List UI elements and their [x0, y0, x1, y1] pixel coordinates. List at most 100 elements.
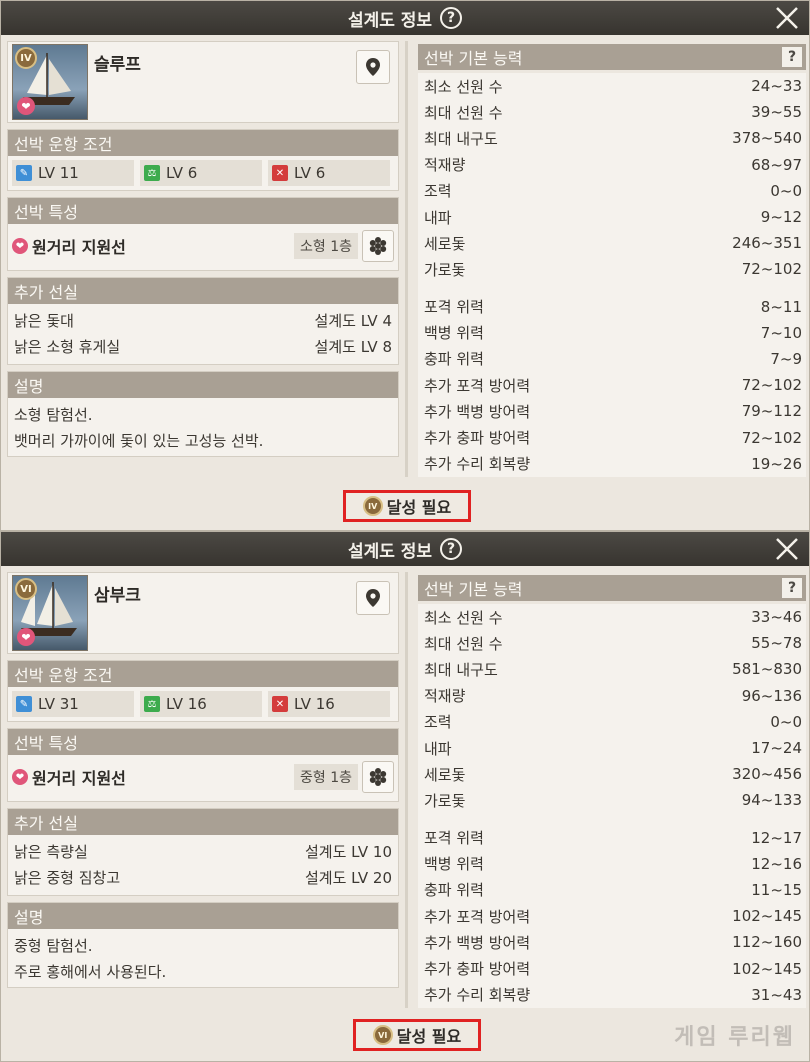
adventure-icon: ✎	[16, 696, 32, 712]
location-button[interactable]	[356, 50, 390, 84]
battle-icon: ✕	[272, 165, 288, 181]
stats-title: 선박 기본 능력	[424, 49, 523, 68]
grade-badge: VI	[372, 1025, 393, 1045]
stat-row: 추가 수리 회복량 31~43	[424, 985, 802, 1005]
stats-title: 선박 기본 능력	[424, 580, 523, 599]
ship-size: 중형 1층	[294, 764, 358, 790]
stat-row: 백병 위력 7~10	[424, 323, 802, 343]
level-label: LV 6	[166, 164, 198, 182]
description-line: 중형 탐험선.	[14, 937, 93, 955]
battle-icon: ✕	[272, 696, 288, 712]
cabin-requirement: 설계도 LV 20	[305, 868, 392, 887]
stats-help-icon[interactable]: ?	[782, 47, 802, 67]
achievement-required: VI 달성 필요	[353, 1019, 481, 1051]
flower-button[interactable]	[362, 230, 394, 262]
grade-badge: VI	[15, 578, 37, 600]
stats-list[interactable]: 최소 선원 수 24~33 최대 선원 수 39~55 최대 내구도 378~540 …	[418, 73, 806, 477]
section-header: 선박 특성	[8, 729, 398, 755]
watermark: 게임 루리웹	[674, 1025, 795, 1050]
ship-image: VI ❤	[12, 575, 88, 651]
cabin-name: 낡은 측량실	[14, 842, 88, 861]
stat-row: 최소 선원 수 24~33	[424, 77, 802, 96]
stat-row: 추가 백병 방어력 79~112	[424, 402, 802, 421]
stat-row: 충파 위력 7~9	[424, 349, 802, 369]
achievement-label: 달성 필요	[396, 1027, 462, 1046]
stat-row: 최대 내구도 581~830	[424, 660, 802, 679]
stat-row: 세로돛 246~351	[424, 234, 802, 253]
section-header: 선박 특성	[8, 198, 398, 224]
panel-title: 설계도 정보	[347, 10, 433, 31]
heart-icon: ❤	[12, 238, 28, 254]
trade-icon: ⚖	[144, 165, 160, 181]
section-header: 설명	[8, 372, 398, 398]
stat-row: 조력 0~0	[424, 181, 802, 201]
stat-row: 적재량 68~97	[424, 155, 802, 175]
ship-size: 소형 1층	[294, 233, 358, 259]
section-header: 선박 운항 조건	[8, 130, 398, 156]
stats-list[interactable]: 최소 선원 수 33~46 최대 선원 수 55~78 최대 내구도 581~830 …	[418, 604, 806, 1008]
description-line: 소형 탐험선.	[14, 406, 93, 424]
trait-section: 선박 특성 ❤ 원거리 지원선 중형 1층	[7, 728, 399, 802]
stat-row: 적재량 96~136	[424, 686, 802, 706]
stat-row: 백병 위력 12~16	[424, 854, 802, 874]
cabin-row: 낡은 측량실 설계도 LV 10	[8, 838, 398, 864]
stats-help-icon[interactable]: ?	[782, 578, 802, 598]
help-icon[interactable]: ?	[440, 538, 463, 560]
location-button[interactable]	[356, 581, 390, 615]
cabin-row: 낡은 중형 짐창고 설계도 LV 20	[8, 864, 398, 890]
description-section: 설명 소형 탐험선. 뱃머리 가까이에 돛이 있는 고성능 선박.	[7, 371, 399, 457]
stats-header: 선박 기본 능력 ?	[418, 575, 806, 601]
heart-icon: ❤	[12, 769, 28, 785]
stat-row: 가로돛 72~102	[424, 260, 802, 279]
level-adventure: ✎ LV 11	[12, 160, 134, 186]
close-icon[interactable]	[773, 535, 801, 563]
trait-section: 선박 특성 ❤ 원거리 지원선 소형 1층	[7, 197, 399, 271]
close-icon[interactable]	[773, 4, 801, 32]
description-line: 뱃머리 가까이에 돛이 있는 고성능 선박.	[14, 432, 264, 450]
trait-name: 원거리 지원선	[32, 238, 126, 257]
stat-row: 최대 내구도 378~540	[424, 129, 802, 148]
stats-header: 선박 기본 능력 ?	[418, 44, 806, 70]
flower-icon	[369, 768, 387, 786]
blueprint-panel-1: 설계도 정보 ? IV ❤ 슬루프 선박 운항 조건 ✎ LV 11 ⚖ LV …	[0, 0, 810, 531]
conditions-section: 선박 운항 조건 ✎ LV 11 ⚖ LV 6 ✕ LV 6	[7, 129, 399, 191]
level-trade: ⚖ LV 16	[140, 691, 262, 717]
adventure-icon: ✎	[16, 165, 32, 181]
stat-row: 추가 충파 방어력 102~145	[424, 959, 802, 979]
help-icon[interactable]: ?	[440, 7, 463, 29]
map-pin-icon	[366, 589, 380, 607]
ship-header: VI ❤ 삼부크	[7, 572, 399, 654]
achievement-required: IV 달성 필요	[343, 490, 471, 522]
cabin-name: 낡은 중형 짐창고	[14, 868, 121, 887]
stat-row: 최소 선원 수 33~46	[424, 608, 802, 627]
flower-button[interactable]	[362, 761, 394, 793]
stat-row: 가로돛 94~133	[424, 791, 802, 810]
blueprint-panel-2: 설계도 정보 ? VI ❤ 삼부크 선박 운항 조건 ✎ LV 31 ⚖ LV …	[0, 531, 810, 1062]
ship-name: 삼부크	[94, 586, 141, 606]
section-header: 추가 선실	[8, 278, 398, 304]
level-label: LV 16	[166, 695, 207, 713]
level-label: LV 6	[294, 164, 326, 182]
level-label: LV 16	[294, 695, 335, 713]
ship-name: 슬루프	[94, 55, 141, 75]
achievement-label: 달성 필요	[386, 498, 452, 517]
section-header: 설명	[8, 903, 398, 929]
level-battle: ✕ LV 6	[268, 160, 390, 186]
description-section: 설명 중형 탐험선. 주로 홍해에서 사용된다.	[7, 902, 399, 988]
trade-icon: ⚖	[144, 696, 160, 712]
title-bar: 설계도 정보 ?	[1, 532, 809, 566]
cabin-requirement: 설계도 LV 8	[314, 337, 392, 356]
stat-row: 충파 위력 11~15	[424, 880, 802, 900]
ship-image: IV ❤	[12, 44, 88, 120]
ship-header: IV ❤ 슬루프	[7, 41, 399, 123]
cabin-requirement: 설계도 LV 10	[305, 842, 392, 861]
cabin-row: 낡은 돛대 설계도 LV 4	[8, 307, 398, 333]
flower-icon	[369, 237, 387, 255]
level-label: LV 11	[38, 164, 79, 182]
stat-row: 포격 위력 12~17	[424, 828, 802, 848]
stat-row: 조력 0~0	[424, 712, 802, 732]
trait-name: 원거리 지원선	[32, 769, 126, 788]
cabins-section: 추가 선실 낡은 돛대 설계도 LV 4 낡은 소형 휴게실 설계도 LV 8	[7, 277, 399, 365]
panel-title: 설계도 정보	[347, 541, 433, 562]
stat-row: 추가 포격 방어력 102~145	[424, 907, 802, 926]
